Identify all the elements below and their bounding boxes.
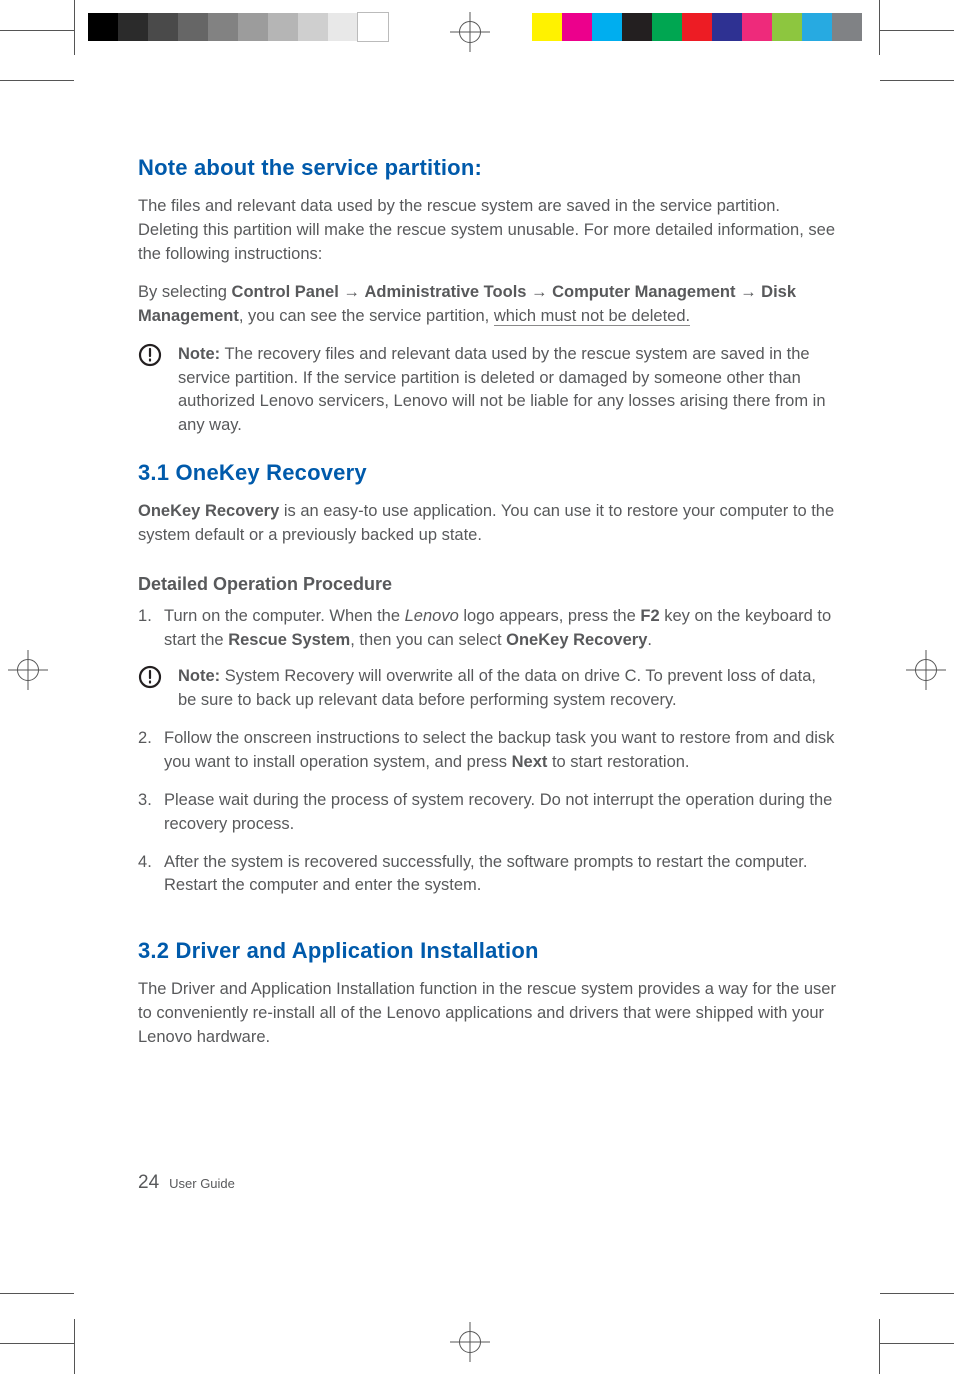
note-callout: Note: System Recovery will overwrite all… [138,665,838,713]
crop-mark [74,1319,75,1374]
list-item: Please wait during the process of system… [138,789,838,837]
heading-service-partition: Note about the service partition: [138,155,838,181]
alert-icon [138,665,166,713]
crop-mark [880,80,954,81]
page-footer: 24 User Guide [138,1172,235,1194]
heading-driver-install: 3.2 Driver and Application Installation [138,938,838,964]
footer-title: User Guide [169,1176,235,1191]
crop-mark [879,1319,880,1374]
page-body: Note about the service partition: The fi… [138,155,838,1064]
crop-mark [0,1293,74,1294]
registration-crosshair [906,650,946,690]
list-item: Turn on the computer. When the Lenovo lo… [138,605,838,713]
crop-mark [879,0,880,55]
paragraph: OneKey Recovery is an easy-to use applic… [138,500,838,548]
list-item: Follow the onscreen instructions to sele… [138,727,838,775]
procedure-list: Turn on the computer. When the Lenovo lo… [138,605,838,898]
registration-crosshair [8,650,48,690]
paragraph: The Driver and Application Installation … [138,978,838,1050]
grayscale-bar [88,13,388,41]
heading-onekey-recovery: 3.1 OneKey Recovery [138,460,838,486]
crop-mark [880,1343,954,1344]
crop-mark [74,0,75,55]
crop-mark [0,80,74,81]
crop-mark [0,1343,74,1344]
list-item: After the system is recovered successful… [138,851,838,899]
crop-mark [880,1293,954,1294]
registration-crosshair [450,12,490,52]
registration-crosshair [450,1322,490,1362]
note-callout: Note: The recovery files and relevant da… [138,343,838,439]
page-number: 24 [138,1172,159,1194]
crop-mark [0,30,74,31]
paragraph: The files and relevant data used by the … [138,195,838,267]
crop-mark [880,30,954,31]
paragraph-nav-path: By selecting Control Panel → Administrat… [138,281,838,329]
alert-icon [138,343,166,439]
color-bar [532,13,862,41]
subheading-procedure: Detailed Operation Procedure [138,574,838,595]
